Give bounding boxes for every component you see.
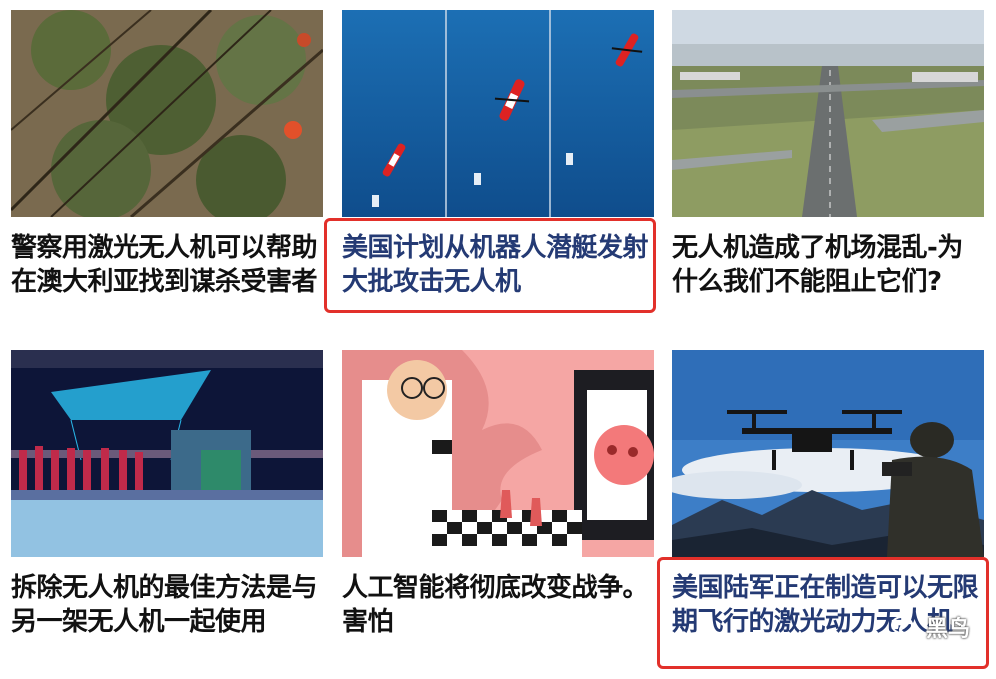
- article-thumbnail[interactable]: [672, 10, 984, 217]
- article-thumbnail[interactable]: [342, 10, 654, 217]
- article-title[interactable]: 拆除无人机的最佳方法是与另一架无人机一起使用: [11, 571, 323, 639]
- wechat-icon: [890, 616, 919, 638]
- article-thumbnail[interactable]: [11, 10, 323, 217]
- article-thumbnail[interactable]: [342, 350, 654, 557]
- article-thumbnail[interactable]: [672, 350, 984, 557]
- article-title[interactable]: 警察用激光无人机可以帮助在澳大利亚找到谋杀受害者: [11, 231, 323, 299]
- ai-chess-image: [342, 350, 654, 557]
- article-title[interactable]: 人工智能将彻底改变战争。害怕: [342, 571, 654, 639]
- watermark-text: 黑鸟: [925, 617, 970, 642]
- article-thumbnail[interactable]: [11, 350, 323, 557]
- soldier-drone-image: [672, 350, 984, 557]
- airport-image: [672, 10, 984, 217]
- highlight-box: [324, 218, 656, 313]
- article-title[interactable]: 无人机造成了机场混乱-为什么我们不能阻止它们?: [672, 231, 984, 299]
- drone-launch-image: [342, 10, 654, 217]
- watermark: 黑鸟: [890, 611, 970, 643]
- forest-image: [11, 10, 323, 217]
- stage-show-image: [11, 350, 323, 557]
